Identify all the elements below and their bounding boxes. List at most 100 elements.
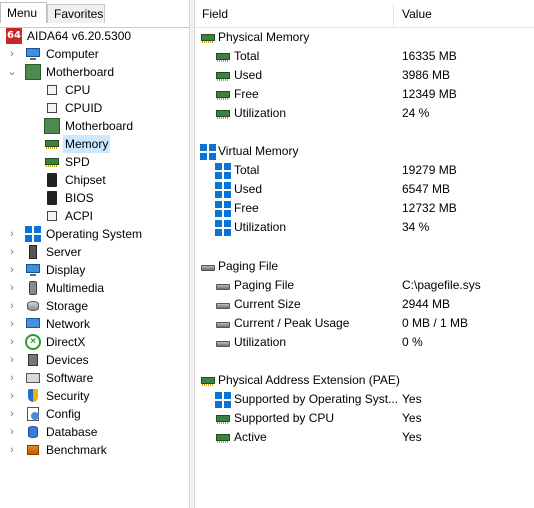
- chevron-right-icon[interactable]: ›: [7, 225, 17, 243]
- column-header-field[interactable]: Field: [202, 2, 228, 27]
- windows-icon: [215, 392, 231, 408]
- table-row[interactable]: Total 16335 MB: [195, 47, 534, 66]
- chevron-right-icon[interactable]: ›: [7, 261, 17, 279]
- chevron-right-icon[interactable]: ›: [7, 351, 17, 369]
- disk-icon: [215, 335, 231, 351]
- disk-icon: [200, 259, 216, 275]
- row-field: Current Size: [234, 297, 301, 311]
- chevron-right-icon[interactable]: ›: [7, 423, 17, 441]
- row-value: 12349 MB: [402, 87, 457, 101]
- table-row[interactable]: Used 6547 MB: [195, 180, 534, 199]
- acpi-icon: [44, 208, 60, 224]
- table-row[interactable]: Utilization 34 %: [195, 218, 534, 237]
- details-pane: Field Value Physical Memory Total 16335 …: [195, 0, 534, 508]
- table-row[interactable]: Utilization 24 %: [195, 104, 534, 123]
- disk-icon: [215, 297, 231, 313]
- row-value: Yes: [402, 430, 422, 444]
- chevron-right-icon[interactable]: ›: [7, 405, 17, 423]
- tab-menu[interactable]: Menu: [0, 2, 47, 23]
- windows-icon: [25, 226, 41, 242]
- table-row[interactable]: Total 19279 MB: [195, 161, 534, 180]
- table-row[interactable]: Active Yes: [195, 428, 534, 447]
- column-divider[interactable]: [393, 4, 394, 26]
- row-value: C:\pagefile.sys: [402, 278, 481, 292]
- tree-item-label: Operating System: [46, 227, 143, 241]
- table-row[interactable]: Free 12349 MB: [195, 85, 534, 104]
- table-row[interactable]: Paging File C:\pagefile.sys: [195, 276, 534, 295]
- devices-icon: [25, 352, 41, 368]
- storage-icon: [25, 298, 41, 314]
- chevron-right-icon[interactable]: ›: [7, 387, 17, 405]
- row-value: Yes: [402, 411, 422, 425]
- chevron-right-icon[interactable]: ›: [7, 315, 17, 333]
- windows-icon: [215, 220, 231, 236]
- tree-item-label: Chipset: [65, 173, 106, 187]
- chevron-right-icon[interactable]: ›: [7, 297, 17, 315]
- tree-item-label: Devices: [46, 353, 89, 367]
- tree-root-label: AIDA64 v6.20.5300: [27, 29, 132, 43]
- table-row[interactable]: Supported by CPU Yes: [195, 409, 534, 428]
- row-value: 2944 MB: [402, 297, 451, 311]
- row-value: 0 %: [402, 335, 423, 349]
- directx-icon: ×: [25, 334, 41, 350]
- windows-icon: [215, 182, 231, 198]
- row-value: 34 %: [402, 220, 430, 234]
- aida64-icon: 64: [6, 28, 22, 44]
- section-title: Virtual Memory: [218, 144, 299, 158]
- tree-item-label: Network: [46, 317, 91, 331]
- row-field: Active: [234, 430, 267, 444]
- table-row[interactable]: Current Size 2944 MB: [195, 295, 534, 314]
- section-title: Physical Address Extension (PAE): [218, 373, 400, 387]
- row-value: 19279 MB: [402, 163, 457, 177]
- tree-item-label: Storage: [46, 299, 89, 313]
- row-value: 16335 MB: [402, 49, 457, 63]
- row-field: Used: [234, 182, 263, 196]
- chevron-right-icon[interactable]: ›: [7, 279, 17, 297]
- column-header: Field Value: [195, 2, 534, 28]
- chipset-icon: [44, 172, 60, 188]
- column-header-value[interactable]: Value: [402, 2, 432, 27]
- tree-item-label: Security: [46, 389, 90, 403]
- table-row[interactable]: Supported by Operating Syst... Yes: [195, 390, 534, 409]
- table-row[interactable]: Used 3986 MB: [195, 66, 534, 85]
- section-header-pae[interactable]: Physical Address Extension (PAE): [195, 371, 534, 390]
- tree-item-label: SPD: [65, 155, 90, 169]
- tree-item-label: Benchmark: [46, 443, 107, 457]
- row-field: Utilization: [234, 106, 287, 120]
- network-icon: [25, 316, 41, 332]
- windows-icon: [215, 163, 231, 179]
- section-header-paging-file[interactable]: Paging File: [195, 257, 534, 276]
- tab-favorites[interactable]: Favorites: [47, 4, 105, 23]
- row-value: 6547 MB: [402, 182, 451, 196]
- tree-item-label: Config: [46, 407, 81, 421]
- chevron-right-icon[interactable]: ›: [7, 45, 17, 63]
- row-field: Free: [234, 201, 259, 215]
- chevron-down-icon[interactable]: ⌄: [7, 63, 17, 81]
- display-icon: [25, 262, 41, 278]
- config-icon: [25, 406, 41, 422]
- disk-icon: [215, 278, 231, 294]
- section-header-virtual-memory[interactable]: Virtual Memory: [195, 142, 534, 161]
- chevron-right-icon[interactable]: ›: [7, 333, 17, 351]
- section-header-physical-memory[interactable]: Physical Memory: [195, 28, 534, 47]
- table-row[interactable]: Current / Peak Usage 0 MB / 1 MB: [195, 314, 534, 333]
- table-row[interactable]: Utilization 0 %: [195, 333, 534, 352]
- motherboard-icon: [44, 118, 60, 134]
- section-title: Physical Memory: [218, 30, 310, 44]
- navigation-pane: Menu Favorites 64 AIDA64 v6.20.5300 › Co…: [0, 0, 189, 508]
- disk-icon: [215, 316, 231, 332]
- chevron-right-icon[interactable]: ›: [7, 441, 17, 459]
- table-row[interactable]: Free 12732 MB: [195, 199, 534, 218]
- row-value: 12732 MB: [402, 201, 457, 215]
- cpuid-icon: [44, 100, 60, 116]
- chevron-right-icon[interactable]: ›: [7, 243, 17, 261]
- multimedia-icon: [25, 280, 41, 296]
- row-value: 24 %: [402, 106, 430, 120]
- tree-item-label: Motherboard: [65, 119, 134, 133]
- row-field: Utilization: [234, 335, 287, 349]
- security-icon: [25, 388, 41, 404]
- cpu-icon: [44, 82, 60, 98]
- server-icon: [25, 244, 41, 260]
- chevron-right-icon[interactable]: ›: [7, 369, 17, 387]
- benchmark-icon: [25, 442, 41, 458]
